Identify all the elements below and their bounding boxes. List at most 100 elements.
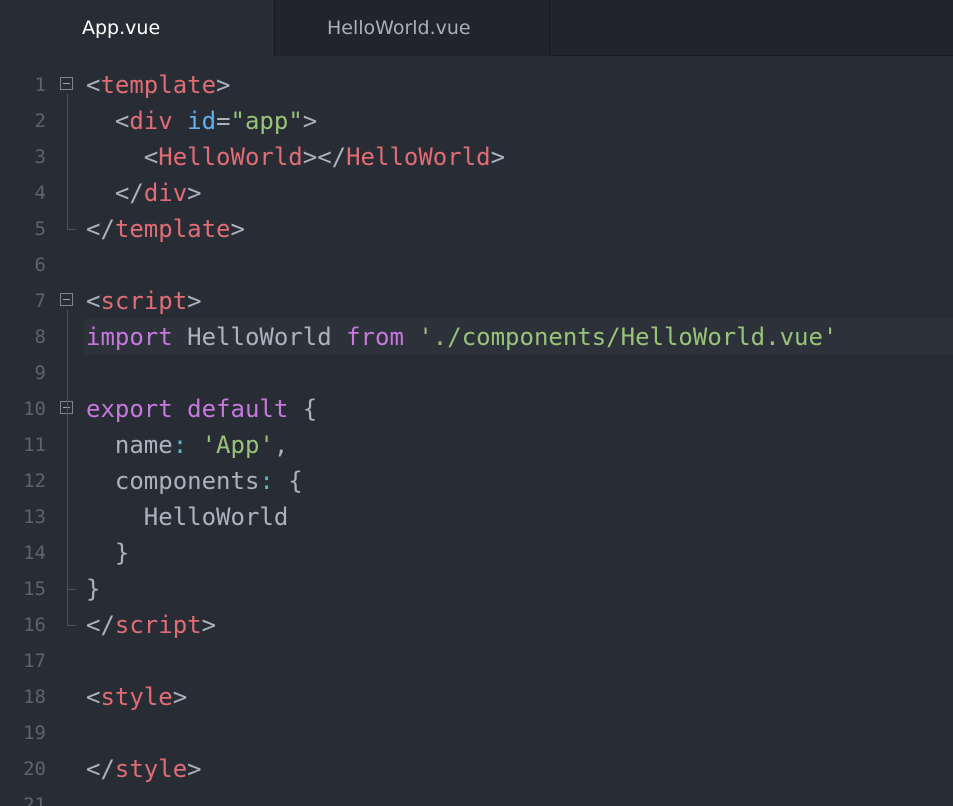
code-editor[interactable]: 1 <template> 2 <div id="app"> 3 <HelloWorld… [0, 57, 953, 806]
line-number: 2 [34, 110, 46, 132]
code-token: > [490, 143, 506, 171]
code-line[interactable]: 8 import HelloWorld from './components/He… [0, 319, 953, 355]
code-line[interactable]: 15} [0, 571, 953, 607]
code-token: "app" [230, 107, 303, 135]
code-token: </ [86, 215, 115, 243]
code-line[interactable]: 5 </template> [0, 211, 953, 247]
code-token: div [129, 107, 173, 135]
line-number: 4 [34, 182, 46, 204]
code-line[interactable]: 3 <HelloWorld></HelloWorld> [0, 139, 953, 175]
code-text: HelloWorld [86, 499, 289, 535]
code-line[interactable]: 9 [0, 355, 953, 391]
code-token: ></ [302, 143, 347, 171]
code-line[interactable]: 13 HelloWorld [0, 499, 953, 535]
code-line[interactable]: 16 </script> [0, 607, 953, 643]
code-text: <div id="app"> [86, 103, 317, 139]
line-number: 10 [23, 398, 46, 420]
code-text: import HelloWorld from './components/Hel… [86, 319, 838, 355]
code-token: </ [86, 755, 115, 783]
code-token: components [114, 467, 260, 495]
fold-guide [67, 418, 68, 589]
code-token: < [114, 107, 130, 135]
fold-guide-end [67, 625, 76, 626]
tab-app-vue[interactable]: App.vue [0, 0, 274, 57]
line-number: 14 [23, 542, 46, 564]
code-token: < [86, 287, 101, 315]
line-number: 11 [23, 434, 46, 456]
code-text: </div> [86, 175, 202, 211]
line-number: 5 [34, 218, 46, 240]
tab-helloworld-vue[interactable]: HelloWorld.vue [274, 0, 550, 56]
code-token: > [302, 107, 318, 135]
line-number: 15 [23, 578, 46, 600]
code-text: export default { [86, 391, 317, 427]
code-line[interactable]: 14 } [0, 535, 953, 571]
code-text: <template> [86, 67, 231, 103]
code-token: style [114, 755, 188, 783]
line-number: 16 [23, 614, 46, 636]
code-line[interactable]: 12 components: { [0, 463, 953, 499]
tab-label: HelloWorld.vue [327, 17, 471, 39]
line-number: 19 [23, 722, 46, 744]
code-token: > [187, 179, 202, 207]
code-text: components: { [86, 463, 303, 499]
line-number: 3 [34, 146, 46, 168]
code-line[interactable]: 7 <script> [0, 283, 953, 319]
fold-toggle-icon[interactable] [60, 77, 73, 90]
line-number: 18 [23, 686, 46, 708]
code-token: export [86, 395, 173, 423]
line-number: 9 [34, 362, 46, 384]
code-line[interactable]: 10 export default { [0, 391, 953, 427]
code-token: id [187, 107, 217, 135]
line-number: 6 [34, 254, 46, 276]
code-line[interactable]: 21 [0, 787, 953, 806]
code-line[interactable]: 6 [0, 247, 953, 283]
code-token: name [114, 431, 173, 459]
code-token: style [100, 683, 173, 711]
code-token: './components/HelloWorld.vue' [418, 323, 838, 351]
code-token: : [172, 431, 188, 459]
code-token: import [86, 323, 173, 351]
line-number: 13 [23, 506, 46, 528]
code-text: </template> [86, 211, 245, 247]
code-line[interactable]: 17 [0, 643, 953, 679]
code-text: </script> [86, 607, 216, 643]
tab-label: App.vue [82, 17, 161, 39]
code-line[interactable]: 11 name: 'App', [0, 427, 953, 463]
code-token: > [230, 215, 245, 243]
code-token: script [100, 287, 188, 315]
line-number: 12 [23, 470, 46, 492]
code-line[interactable]: 2 <div id="app"> [0, 103, 953, 139]
line-number: 21 [23, 794, 46, 806]
line-number: 1 [34, 74, 46, 96]
code-line[interactable]: 18 <style> [0, 679, 953, 715]
code-token: </ [114, 179, 144, 207]
code-token: template [114, 215, 231, 243]
code-text: <HelloWorld></HelloWorld> [86, 139, 505, 175]
code-token: < [86, 71, 101, 99]
code-token: } [86, 575, 101, 603]
line-number: 20 [23, 758, 46, 780]
code-token: HelloWorld [172, 323, 347, 351]
code-token: < [86, 683, 101, 711]
fold-guide-end [67, 229, 76, 230]
code-text: <style> [86, 679, 187, 715]
fold-guide [67, 94, 68, 229]
code-token: , [273, 431, 289, 459]
code-line[interactable]: 20 </style> [0, 751, 953, 787]
code-token: from [346, 323, 404, 351]
code-token: < [143, 143, 159, 171]
code-token: default [187, 395, 289, 423]
code-line[interactable]: 1 <template> [0, 67, 953, 103]
code-token: HelloWorld [158, 143, 303, 171]
fold-toggle-icon[interactable] [60, 293, 73, 306]
line-number: 7 [34, 290, 46, 312]
code-token: } [114, 539, 130, 567]
code-line[interactable]: 4 </div> [0, 175, 953, 211]
code-token: script [114, 611, 202, 639]
code-line[interactable]: 19 [0, 715, 953, 751]
